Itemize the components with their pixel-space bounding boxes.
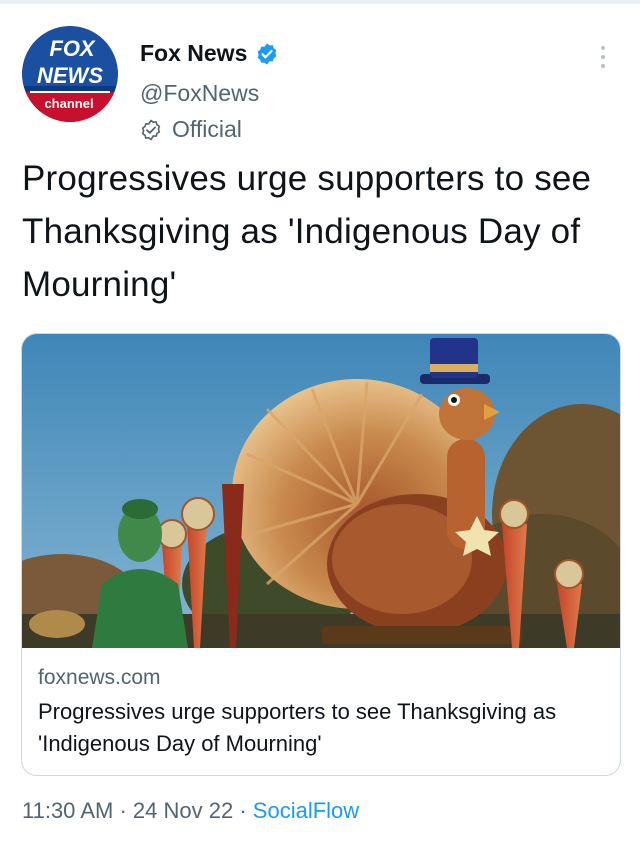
- more-options-icon[interactable]: [596, 44, 610, 70]
- avatar-fox-text: FOX: [49, 36, 96, 61]
- tweet-date[interactable]: 24 Nov 22: [133, 798, 233, 823]
- official-badge-icon: [140, 118, 162, 141]
- avatar-channel-text: channel: [44, 96, 93, 111]
- meta-separator: ·: [119, 798, 127, 823]
- tweet-time[interactable]: 11:30 AM: [22, 798, 113, 823]
- official-label: Official: [172, 116, 242, 142]
- profile-avatar[interactable]: FOX NEWS channel: [22, 26, 118, 122]
- meta-separator: ·: [239, 798, 247, 823]
- verified-badge-icon: [255, 42, 279, 66]
- author-name-row: Fox News: [140, 40, 279, 67]
- avatar-news-text: NEWS: [37, 63, 103, 88]
- card-image: [22, 334, 620, 648]
- tweet-meta: 11:30 AM · 24 Nov 22 · SocialFlow: [22, 798, 359, 824]
- fox-news-logo: FOX NEWS channel: [22, 26, 118, 122]
- tweet-source-link[interactable]: SocialFlow: [253, 798, 359, 823]
- link-preview-card[interactable]: foxnews.com Progressives urge supporters…: [21, 333, 621, 776]
- author-handle[interactable]: @FoxNews: [140, 80, 259, 107]
- author-display-name[interactable]: Fox News: [140, 40, 247, 67]
- official-label-row: Official: [140, 116, 242, 143]
- card-domain: foxnews.com: [38, 666, 161, 689]
- tweet-text: Progressives urge supporters to see Than…: [22, 159, 592, 304]
- top-divider: [0, 0, 640, 4]
- card-title: Progressives urge supporters to see Than…: [38, 699, 557, 756]
